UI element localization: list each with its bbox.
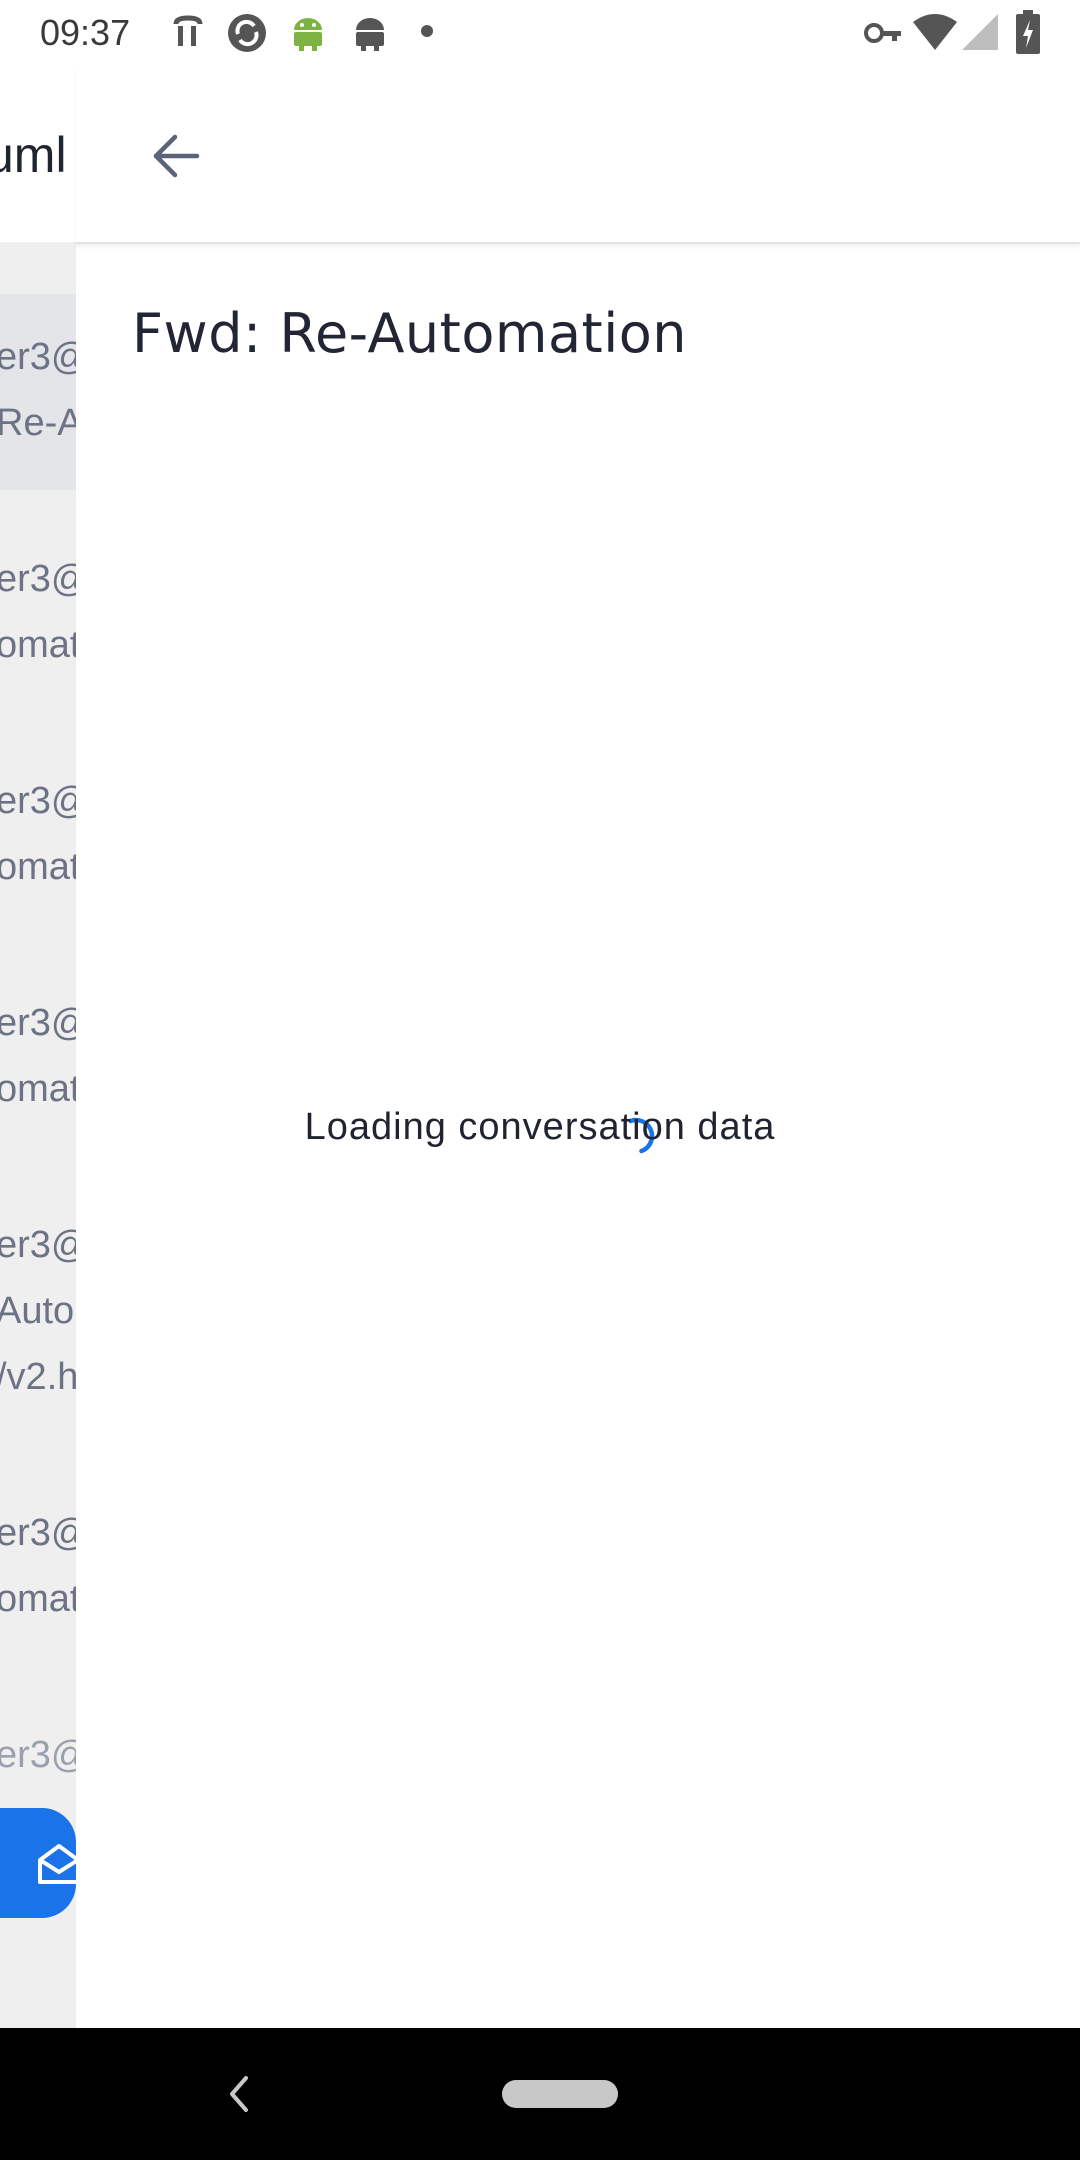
list-item-sender: er3@ [0,336,76,378]
list-item-sender: er3@ [0,1734,76,1776]
list-item-subject: omat [0,846,76,888]
list-item-preview: /v2.h [0,1356,76,1398]
dot-icon [421,25,433,37]
battery-charging-icon [1016,10,1040,54]
list-item-sender: er3@ [0,1224,76,1266]
mail-compose-icon [38,1844,76,1884]
back-button[interactable] [136,116,216,196]
arrow-back-icon [153,134,200,178]
list-item[interactable]: er3@ Re-Au [0,324,76,456]
list-item-subject: Auto [0,1290,75,1332]
list-item[interactable]: er3@ omat [0,768,76,900]
loading-message: Loading conversation data [304,1106,776,1148]
background-list-title: uml [0,127,67,183]
vpn-key-icon [864,23,901,43]
accessibility-icon [173,15,203,46]
android-icon [294,18,322,51]
list-item[interactable]: er3@ [0,1722,76,1788]
conversation-panel: Fwd: Re-Automation [76,66,1080,2028]
list-item-sender: er3@ [0,1002,76,1044]
list-item[interactable]: er3@ omat [0,546,76,678]
nav-back-icon[interactable] [218,2068,258,2120]
list-item-sender: er3@ [0,1512,76,1554]
list-item[interactable]: er3@ Auto /v2.h [0,1212,76,1410]
conversation-subject: Fwd: Re-Automation [132,302,687,365]
android-debug-icon [356,18,384,51]
signal-icon [962,14,998,50]
nav-home-pill[interactable] [502,2080,618,2108]
status-time: 09:37 [40,12,131,53]
list-item-sender: er3@ [0,558,76,600]
background-list-header: uml [0,66,76,242]
status-bar: 09:37 [0,0,1080,66]
sync-icon [228,14,266,52]
list-item[interactable]: er3@ omat [0,1500,76,1632]
list-item-sender: er3@ [0,780,76,822]
system-navigation-bar [0,2028,1080,2160]
list-item-subject: omat [0,624,76,666]
compose-fab[interactable] [0,1808,76,1918]
list-item-subject: Re-Au [0,402,76,444]
list-item[interactable]: er3@ omat [0,990,76,1122]
wifi-icon [913,14,957,50]
conversation-toolbar [76,66,1080,244]
background-message-list: uml er3@ Re-Au er3@ omat er3@ omat er3@ … [0,66,76,2028]
list-item-subject: omat [0,1578,76,1620]
